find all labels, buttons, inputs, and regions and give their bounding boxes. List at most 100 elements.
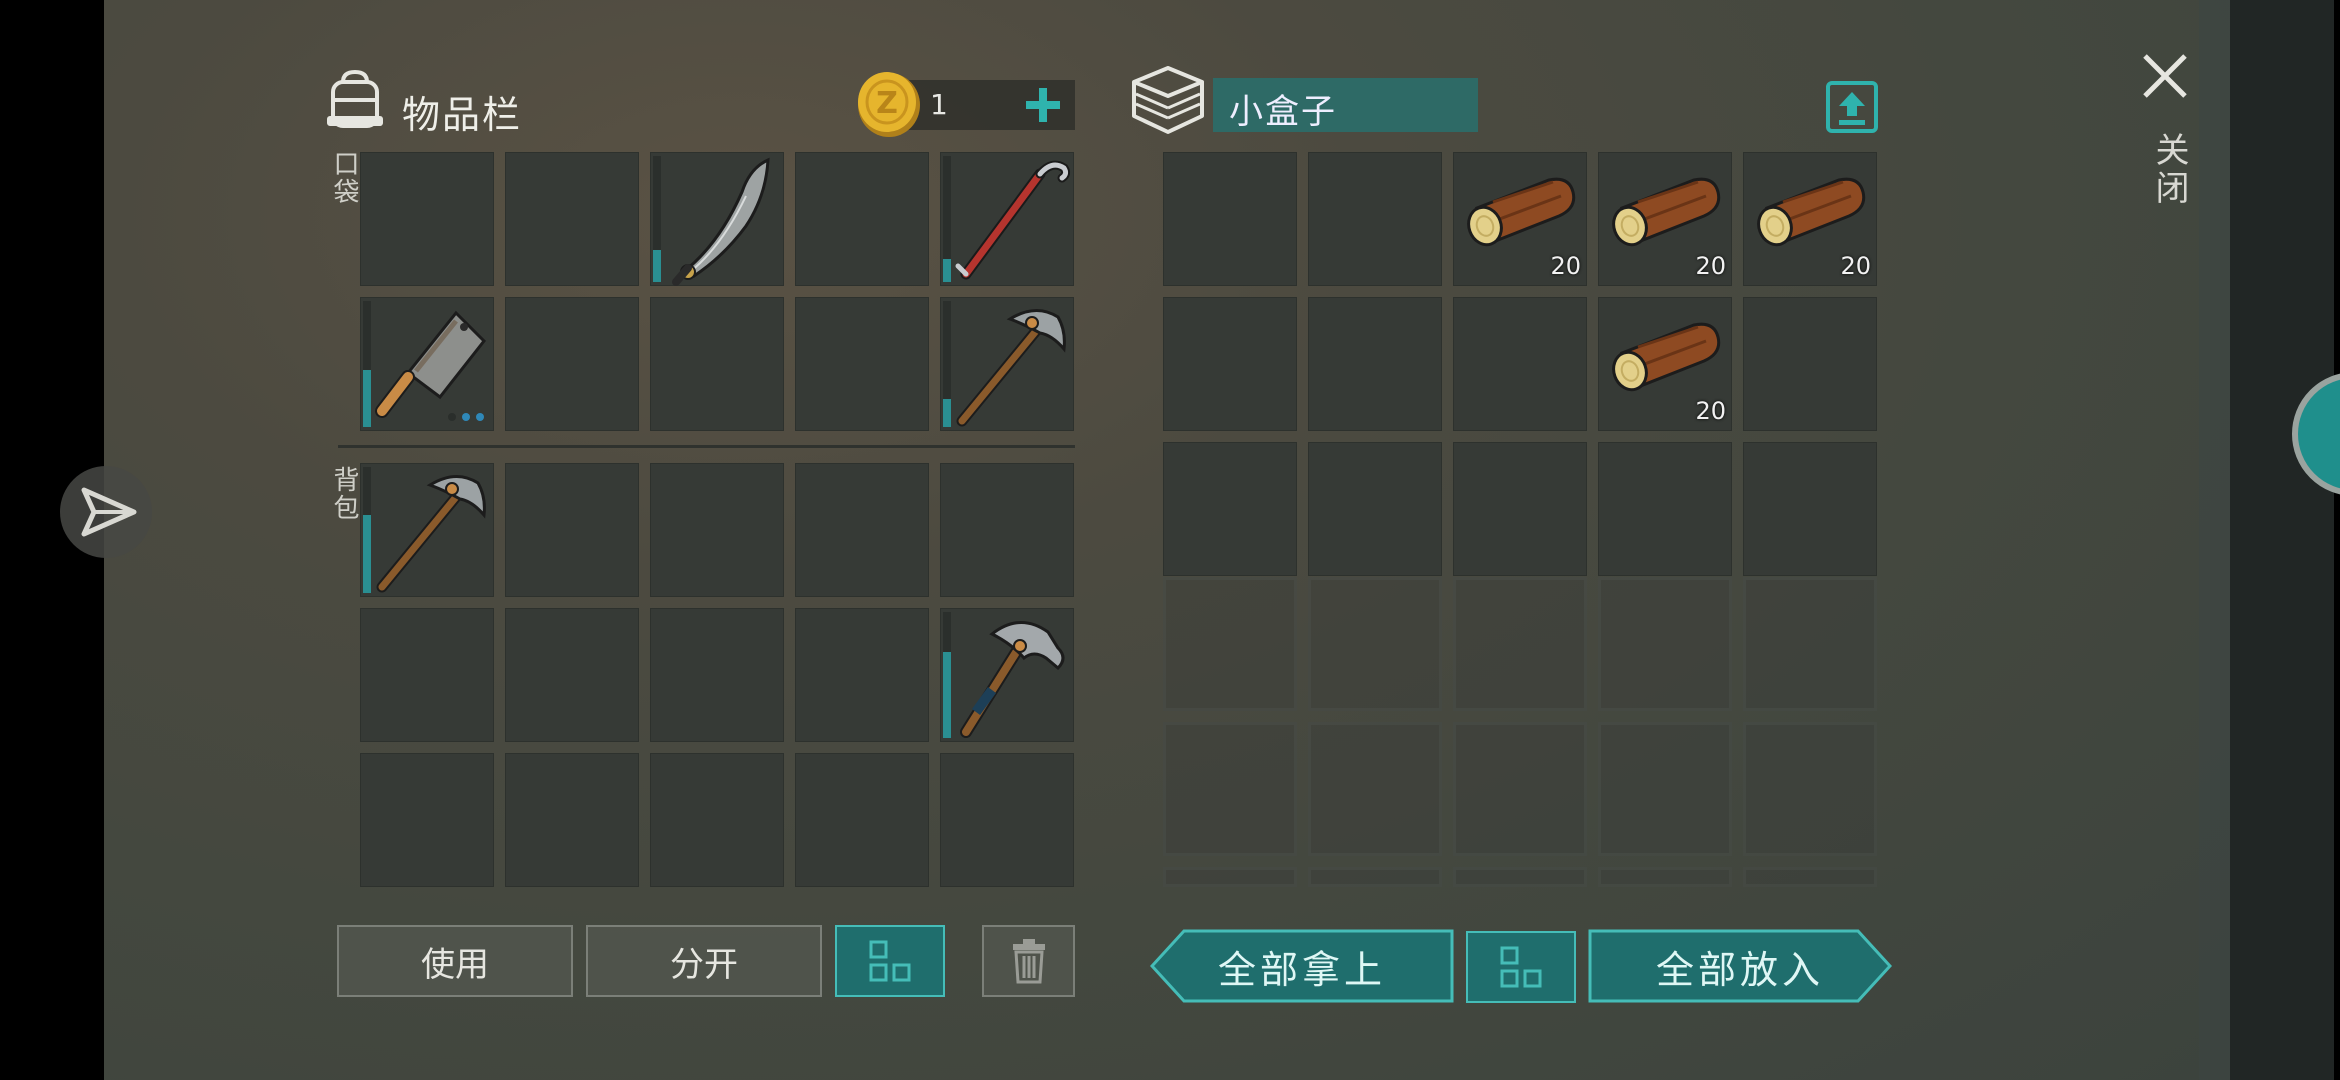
item-count: 20 xyxy=(1840,252,1871,280)
durability-bar xyxy=(363,370,371,427)
locked-slot xyxy=(1598,867,1732,887)
container-name-field[interactable]: 小盒子 xyxy=(1213,78,1478,132)
trash-button[interactable] xyxy=(982,925,1075,997)
locked-slot xyxy=(1598,577,1732,711)
inventory-slot[interactable]: 20 xyxy=(1598,297,1732,431)
close-icon xyxy=(2143,54,2187,98)
put-all-label: 全部放入 xyxy=(1655,947,1824,992)
inventory-slot[interactable] xyxy=(1598,442,1732,576)
inventory-slot[interactable] xyxy=(795,463,929,597)
inventory-slot[interactable] xyxy=(795,152,929,286)
locked-slot xyxy=(1163,867,1297,887)
inventory-slot[interactable] xyxy=(940,753,1074,887)
locked-slot xyxy=(1308,867,1442,887)
inventory-slot[interactable] xyxy=(795,608,929,742)
send-icon xyxy=(81,487,137,537)
split-button[interactable]: 分开 xyxy=(586,925,822,997)
locked-slot xyxy=(1598,722,1732,856)
sort-container-button[interactable] xyxy=(1466,931,1576,1003)
box-icon xyxy=(1130,64,1206,136)
coin-icon: Z xyxy=(856,68,922,138)
variant-dot xyxy=(462,413,470,421)
locked-slot xyxy=(1163,577,1297,711)
locked-slot xyxy=(1453,722,1587,856)
grid-sort-icon xyxy=(1500,946,1542,988)
inventory-slot[interactable] xyxy=(1743,297,1877,431)
inventory-slot[interactable] xyxy=(650,152,784,286)
svg-text:Z: Z xyxy=(876,86,898,121)
inventory-slot[interactable] xyxy=(505,297,639,431)
inventory-slot[interactable] xyxy=(1308,442,1442,576)
inventory-slot[interactable] xyxy=(360,297,494,431)
locked-slot xyxy=(1743,867,1877,887)
backpack-icon xyxy=(325,68,385,132)
variant-dot xyxy=(448,413,456,421)
inventory-title: 物品栏 xyxy=(402,93,523,137)
plus-icon xyxy=(1026,88,1060,122)
inventory-slot[interactable] xyxy=(650,463,784,597)
inventory-slot[interactable] xyxy=(505,753,639,887)
inventory-slot[interactable] xyxy=(360,463,494,597)
durability-bar xyxy=(363,515,371,593)
close-button[interactable]: 关闭 xyxy=(2135,48,2195,218)
upload-button[interactable] xyxy=(1825,80,1879,134)
inventory-slot[interactable] xyxy=(650,297,784,431)
inventory-slot[interactable] xyxy=(940,608,1074,742)
durability-bar xyxy=(943,399,951,427)
inventory-slot[interactable] xyxy=(505,608,639,742)
put-all-button[interactable]: 全部放入 xyxy=(1588,929,1892,1003)
item-count: 20 xyxy=(1695,397,1726,425)
inventory-slot[interactable] xyxy=(795,297,929,431)
inventory-slot[interactable] xyxy=(650,608,784,742)
upload-icon xyxy=(1826,81,1878,133)
locked-slot xyxy=(1743,577,1877,711)
send-button[interactable] xyxy=(60,466,152,558)
inventory-slot[interactable] xyxy=(360,608,494,742)
locked-slot xyxy=(1308,722,1442,856)
add-coin-button[interactable] xyxy=(1018,80,1068,130)
take-all-label: 全部拿上 xyxy=(1217,947,1386,992)
grid-sort-icon xyxy=(869,940,911,982)
durability-bar xyxy=(943,652,951,738)
inventory-slot[interactable] xyxy=(1743,442,1877,576)
locked-slot xyxy=(1308,577,1442,711)
durability-bar xyxy=(653,250,661,282)
inventory-slot[interactable] xyxy=(1308,297,1442,431)
variant-dot xyxy=(476,413,484,421)
pocket-label: 口袋 xyxy=(329,150,359,206)
inventory-slot[interactable] xyxy=(795,753,929,887)
item-count: 20 xyxy=(1550,252,1581,280)
take-all-button[interactable]: 全部拿上 xyxy=(1150,929,1454,1003)
inventory-slot[interactable] xyxy=(360,152,494,286)
inventory-slot[interactable] xyxy=(505,152,639,286)
inventory-slot[interactable] xyxy=(650,753,784,887)
inventory-slot[interactable] xyxy=(940,297,1074,431)
inventory-slot[interactable]: 20 xyxy=(1743,152,1877,286)
use-button[interactable]: 使用 xyxy=(337,925,573,997)
right-panel-shade xyxy=(2199,0,2334,1080)
durability-bar xyxy=(943,259,951,282)
inventory-slot[interactable] xyxy=(1163,152,1297,286)
locked-slot xyxy=(1743,722,1877,856)
inventory-slot[interactable] xyxy=(1163,297,1297,431)
item-count: 20 xyxy=(1695,252,1726,280)
inventory-slot[interactable] xyxy=(1163,442,1297,576)
sort-inventory-button[interactable] xyxy=(835,925,945,997)
inventory-slot[interactable] xyxy=(505,463,639,597)
inventory-slot[interactable] xyxy=(1453,297,1587,431)
backpack-label: 背包 xyxy=(329,466,359,522)
inventory-slot[interactable] xyxy=(1453,442,1587,576)
inventory-slot[interactable] xyxy=(360,753,494,887)
grid-divider xyxy=(338,445,1075,448)
trash-icon xyxy=(1012,939,1045,984)
close-label: 关闭 xyxy=(2149,132,2189,208)
container-name: 小盒子 xyxy=(1229,92,1337,132)
locked-slot xyxy=(1163,722,1297,856)
side-action-button[interactable] xyxy=(2292,372,2340,500)
inventory-slot[interactable]: 20 xyxy=(1453,152,1587,286)
inventory-slot[interactable]: 20 xyxy=(1598,152,1732,286)
inventory-slot[interactable] xyxy=(1308,152,1442,286)
inventory-slot[interactable] xyxy=(940,463,1074,597)
inventory-slot[interactable] xyxy=(940,152,1074,286)
locked-slot xyxy=(1453,577,1587,711)
